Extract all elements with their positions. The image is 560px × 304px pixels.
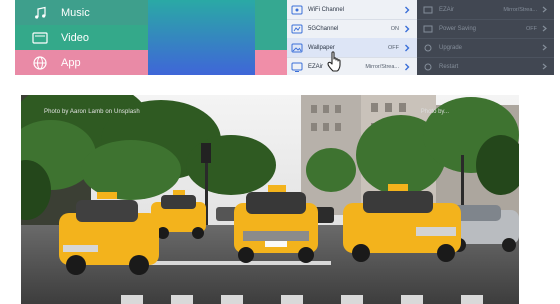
menu-item-5g-channel[interactable]: 5GChannel ON [287, 19, 417, 39]
chevron-right-icon [403, 44, 411, 52]
street-taxi-photo [21, 95, 519, 304]
tile-app[interactable]: App [15, 50, 148, 75]
ezair-icon [291, 62, 303, 72]
menu-item-value: OFF [388, 44, 399, 51]
menu-item-label: Upgrade [439, 44, 463, 51]
chevron-right-icon [541, 6, 548, 13]
menu-item-wallpaper[interactable]: Wallpaper OFF [287, 38, 417, 58]
photo-credit-secondary: Photo by... [420, 109, 449, 115]
secondary-menu-panel: EZAir Mirror/Strea... Power Saving OFF U… [417, 0, 554, 75]
wallpaper-icon [291, 43, 303, 53]
power-icon [423, 25, 433, 33]
menu-item-value: Mirror/Strea... [365, 63, 399, 70]
tile-video[interactable]: Video [15, 25, 148, 50]
video-icon [31, 31, 49, 45]
menu-item-label: 5GChannel [308, 25, 339, 32]
chevron-right-icon [403, 63, 411, 71]
menu-item-value: OFF [526, 25, 537, 32]
menu-item-wifi-channel[interactable]: WiFi Channel [287, 0, 417, 20]
tv-screen: Photo by Aaron Lamb on Unsplash Photo by… [21, 95, 519, 304]
dim-item-power-saving[interactable]: Power Saving OFF [417, 19, 554, 39]
restart-icon [423, 63, 433, 71]
channel-icon [291, 24, 303, 34]
dim-item-upgrade[interactable]: Upgrade [417, 38, 554, 58]
tile-label: App [61, 56, 81, 69]
tile-music[interactable]: Music [15, 0, 148, 25]
upgrade-icon [423, 44, 433, 52]
tile-edge-pink [255, 50, 287, 75]
dim-item-ezair[interactable]: EZAir Mirror/Strea... [417, 0, 554, 20]
photo-credit: Photo by Aaron Lamb on Unsplash [44, 109, 140, 115]
tile-label: Music [61, 6, 90, 19]
tv-settings-strip: Music Video App WiFi Channel 5GChannel O… [15, 0, 554, 75]
tile-edge-teal [255, 0, 287, 50]
music-note-icon [31, 6, 49, 20]
tile-label: Video [61, 31, 89, 44]
chevron-right-icon [403, 6, 411, 14]
chevron-right-icon [541, 25, 548, 32]
menu-item-label: Power Saving [439, 25, 477, 32]
menu-item-ezair[interactable]: EZAir Mirror/Strea... [287, 57, 417, 75]
menu-item-value: Mirror/Strea... [503, 6, 537, 13]
chevron-right-icon [541, 44, 548, 51]
chevron-right-icon [541, 63, 548, 70]
wifi-channel-icon [291, 5, 303, 15]
menu-item-label: Wallpaper [308, 44, 335, 51]
globe-icon [31, 55, 49, 70]
menu-item-value: ON [390, 25, 399, 32]
settings-menu: WiFi Channel 5GChannel ON Wallpaper OFF [287, 0, 417, 75]
hand-pointer-icon [326, 50, 346, 72]
chevron-right-icon [403, 25, 411, 33]
menu-item-label: WiFi Channel [308, 6, 345, 13]
dim-item-restart[interactable]: Restart [417, 57, 554, 75]
featured-card[interactable] [148, 0, 268, 75]
ezair-icon [423, 6, 433, 14]
menu-item-label: EZAir [439, 6, 454, 13]
menu-item-label: Restart [439, 63, 459, 70]
